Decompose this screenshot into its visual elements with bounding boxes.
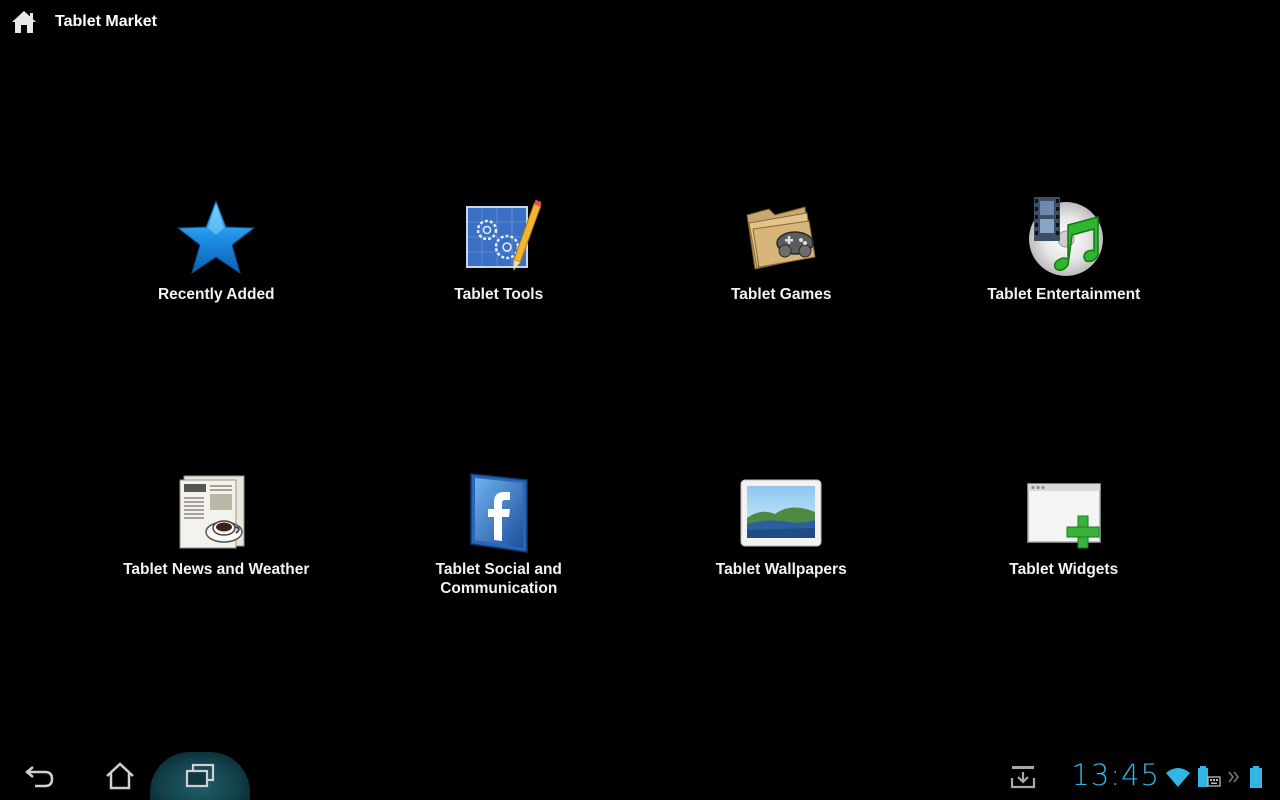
back-button[interactable] (0, 752, 80, 800)
star-icon (174, 195, 258, 279)
app-title: Tablet Market (55, 13, 157, 30)
category-tablet-widgets[interactable]: Tablet Widgets (923, 470, 1206, 620)
keyboard-battery-icon (1195, 764, 1223, 790)
category-label: Tablet Tools (454, 286, 544, 303)
wallpaper-picture-icon (739, 470, 823, 554)
tools-blueprint-icon (457, 195, 541, 279)
home-up-button[interactable] (2, 0, 46, 44)
recent-apps-button[interactable] (160, 752, 240, 800)
category-tablet-tools[interactable]: Tablet Tools (358, 195, 641, 470)
home-icon (106, 762, 134, 790)
category-label: Tablet Wallpapers (715, 561, 847, 578)
category-label: Tablet Widgets (1009, 561, 1119, 578)
widget-add-icon (1022, 470, 1106, 554)
category-label: Tablet News and Weather (123, 561, 310, 578)
category-tablet-games[interactable]: Tablet Games (640, 195, 923, 470)
newspaper-icon (174, 470, 258, 554)
category-label: Tablet Games (730, 286, 832, 303)
battery-icon (1246, 764, 1266, 790)
category-label: Tablet Social and Communication (435, 561, 562, 597)
system-bar: 13:45 (0, 752, 1280, 800)
category-tablet-wallpapers[interactable]: Tablet Wallpapers (640, 470, 923, 620)
home-button[interactable] (80, 752, 160, 800)
recent-apps-icon (185, 763, 215, 788)
entertainment-media-icon (1022, 195, 1106, 279)
back-icon (25, 766, 54, 788)
category-label: Recently Added (157, 286, 275, 303)
app-root: Tablet Market Recently Added Tablet Tool… (0, 0, 1280, 800)
category-grid: Recently Added Tablet Tools Tablet Games… (75, 195, 1205, 620)
games-folder-icon (739, 195, 823, 279)
category-tablet-entertainment[interactable]: Tablet Entertainment (923, 195, 1206, 470)
wifi-icon (1164, 764, 1192, 790)
home-icon (12, 11, 36, 33)
chevron-icon (1226, 764, 1242, 790)
category-recently-added[interactable]: Recently Added (75, 195, 358, 470)
category-tablet-social[interactable]: Tablet Social and Communication (358, 470, 641, 620)
clock[interactable]: 13:45 (1071, 758, 1160, 792)
download-notification-icon[interactable] (1006, 764, 1040, 790)
action-bar: Tablet Market (0, 0, 1280, 44)
facebook-icon (457, 470, 541, 554)
category-tablet-news-weather[interactable]: Tablet News and Weather (75, 470, 358, 620)
category-label: Tablet Entertainment (987, 286, 1141, 303)
